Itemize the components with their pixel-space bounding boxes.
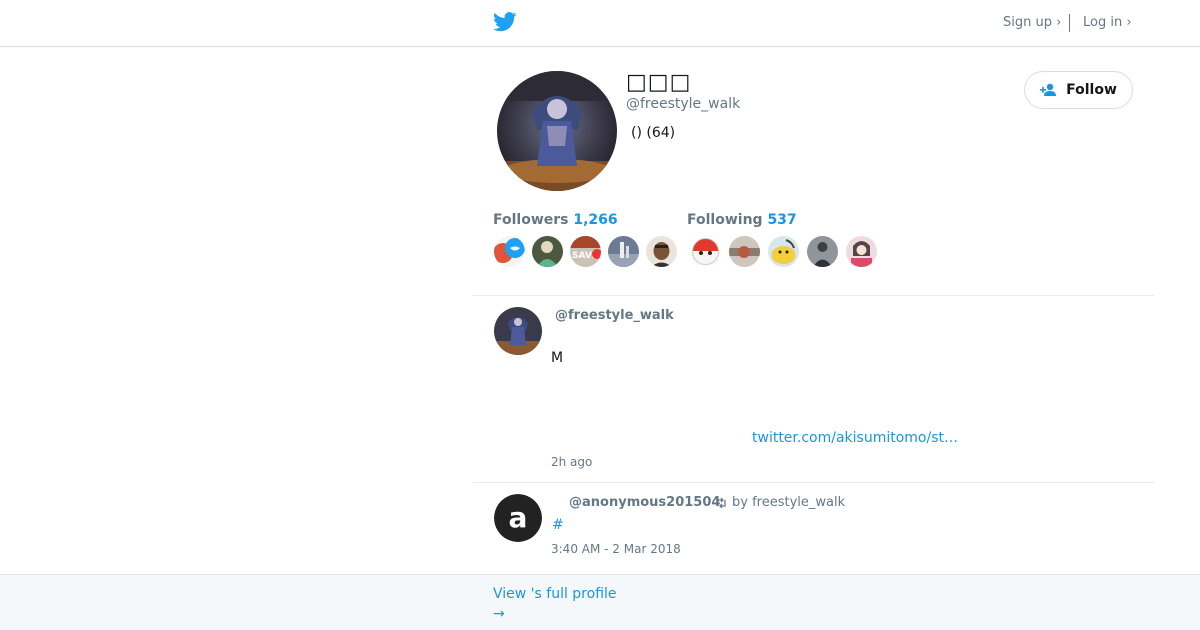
retweet-icon <box>717 497 726 508</box>
follower-avatar[interactable] <box>532 236 563 267</box>
follow-button-label: Follow <box>1066 82 1117 98</box>
tweet-handle[interactable]: @anonymous201504 <box>569 495 720 510</box>
view-full-profile-link[interactable]: View 's full profile <box>493 586 617 602</box>
add-user-icon <box>1040 83 1057 96</box>
following-count: 537 <box>767 212 797 228</box>
divider <box>1069 14 1070 32</box>
tweet-timestamp[interactable]: 2h ago <box>551 455 592 469</box>
sign-up-link[interactable]: Sign up › <box>1003 15 1061 30</box>
followers-avatars: SAVE <box>494 236 677 267</box>
followers-label: Followers <box>493 212 569 228</box>
twitter-bird-icon[interactable] <box>493 12 517 32</box>
profile-avatar[interactable] <box>497 71 617 191</box>
following-avatar[interactable] <box>807 236 838 267</box>
footer: View 's full profile → <box>0 574 1200 630</box>
hashtag-link[interactable]: # <box>552 517 564 533</box>
top-bar: Sign up › Log in › <box>0 0 1200 47</box>
tweet-link[interactable]: twitter.com/akisumitomo/st… <box>752 430 958 446</box>
following-avatars <box>690 236 877 267</box>
divider <box>473 482 1154 483</box>
tweet-timestamp[interactable]: 3:40 AM - 2 Mar 2018 <box>551 542 681 556</box>
profile-name: □□□ <box>626 70 692 95</box>
follower-avatar[interactable] <box>646 236 677 267</box>
tweet-avatar[interactable]: a <box>494 494 542 542</box>
follow-button[interactable]: Follow <box>1024 71 1133 109</box>
retweeted-by: by freestyle_walk <box>732 495 846 510</box>
following-avatar[interactable] <box>690 236 721 267</box>
profile-handle: @freestyle_walk <box>626 96 741 112</box>
profile-bio: () (64) <box>631 125 676 141</box>
follower-avatar[interactable] <box>608 236 639 267</box>
follower-avatar[interactable] <box>494 236 525 267</box>
following-avatar[interactable] <box>846 236 877 267</box>
following-stat[interactable]: Following 537 <box>687 212 797 228</box>
followers-stat[interactable]: Followers 1,266 <box>493 212 618 228</box>
following-avatar[interactable] <box>729 236 760 267</box>
follower-avatar[interactable]: SAVE <box>570 236 601 267</box>
retweet-attribution: by freestyle_walk <box>715 495 845 510</box>
followers-count: 1,266 <box>573 212 618 228</box>
tweet-avatar[interactable] <box>494 307 542 355</box>
svg-text:a: a <box>509 501 528 534</box>
following-label: Following <box>687 212 763 228</box>
log-in-link[interactable]: Log in › <box>1083 15 1132 30</box>
divider <box>473 295 1154 296</box>
arrow-right-icon[interactable]: → <box>493 606 505 622</box>
tweet-text: M <box>551 350 564 366</box>
following-avatar[interactable] <box>768 236 799 267</box>
tweet-handle[interactable]: @freestyle_walk <box>555 308 674 323</box>
